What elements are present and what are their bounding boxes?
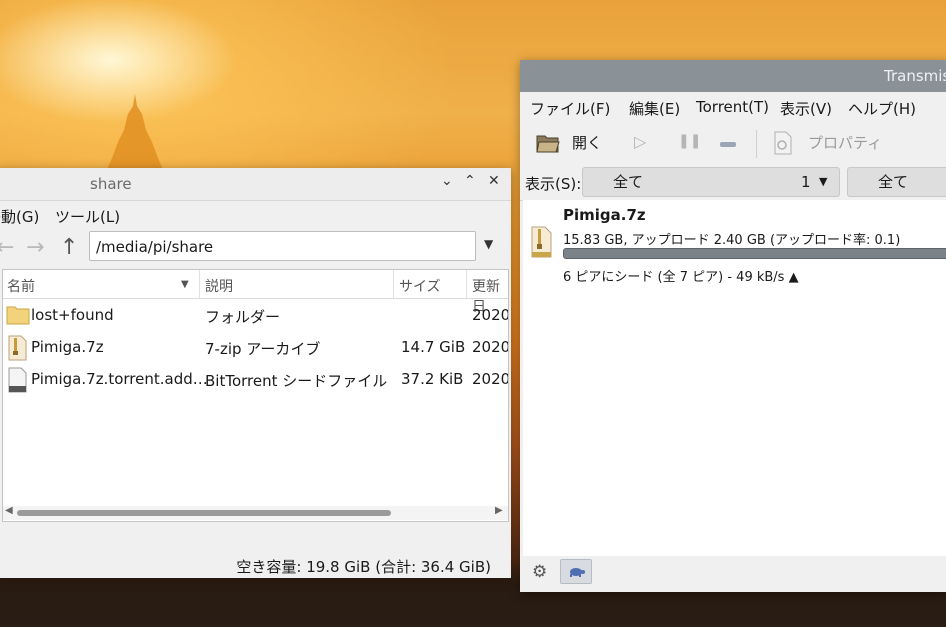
torrent-size-info: 15.83 GB, アップロード 2.40 GB (アップロード率: 0.1): [563, 233, 901, 248]
file-manager-menubar: 移動(G) ツール(L): [0, 201, 511, 229]
file-list-header: 名前 ▼ 説明 サイズ 更新日: [3, 270, 508, 315]
file-name: lost+found: [31, 306, 114, 324]
file-modified: 2020: [472, 338, 509, 356]
menu-torrent[interactable]: Torrent(T): [696, 98, 769, 116]
properties-button[interactable]: プロパティ: [770, 128, 900, 158]
window-title: Transmission: [884, 67, 946, 85]
transmission-menubar: ファイル(F) 編集(E) Torrent(T) 表示(V) ヘルプ(H): [520, 92, 946, 122]
sort-down-icon: ▼: [181, 279, 189, 290]
archive-icon: [531, 226, 552, 258]
file-manager-toolbar: ← → ↑ /media/pi/share ▼: [0, 229, 511, 267]
chevron-down-icon: ▼: [819, 175, 828, 188]
column-size[interactable]: サイズ: [399, 276, 441, 296]
filter-label: 表示(S):: [525, 175, 582, 193]
file-icon: [8, 367, 27, 393]
disk-space-status: 空き容量: 19.8 GiB (合計: 36.4 GiB): [236, 558, 491, 576]
menu-edit[interactable]: 編集(E): [629, 98, 680, 119]
minimize-icon[interactable]: ⌄: [441, 173, 453, 189]
tracker-filter-value: 全て: [878, 173, 909, 191]
file-modified: 2020: [472, 370, 509, 388]
transmission-filterbar: 表示(S): 全て 1 ▼ 全て: [520, 164, 946, 201]
forward-arrow-icon[interactable]: →: [26, 235, 44, 260]
file-name: Pimiga.7z.torrent.add…: [31, 370, 208, 388]
file-manager-window: share ⌄ ⌃ ✕ 移動(G) ツール(L) ← → ↑ /media/pi…: [0, 168, 511, 578]
torrent-name: Pimiga.7z: [563, 206, 646, 224]
properties-icon: [774, 131, 792, 155]
menu-view[interactable]: 表示(V): [780, 98, 832, 119]
window-title: share: [90, 175, 132, 193]
column-description[interactable]: 説明: [205, 276, 233, 296]
file-size: 14.7 GiB: [401, 338, 466, 356]
path-input[interactable]: /media/pi/share: [89, 231, 476, 261]
torrent-progress-bar: [563, 248, 946, 259]
back-arrow-icon[interactable]: ←: [0, 235, 14, 260]
open-label: 開く: [572, 134, 603, 152]
menu-tools[interactable]: ツール(L): [55, 206, 120, 227]
torrent-row[interactable]: Pimiga.7z 15.83 GB, アップロード 2.40 GB (アップロ…: [523, 200, 946, 290]
scroll-left-icon[interactable]: ◀: [5, 505, 13, 516]
pagoda-silhouette: [106, 94, 164, 172]
file-description: BitTorrent シードファイル: [205, 372, 388, 390]
horizontal-scrollbar[interactable]: ◀ ▶: [3, 505, 508, 520]
close-icon[interactable]: ✕: [488, 173, 500, 189]
menu-file[interactable]: ファイル(F): [530, 98, 610, 119]
transmission-window: Transmission ファイル(F) 編集(E) Torrent(T) 表示…: [520, 60, 946, 592]
up-arrow-icon[interactable]: ↑: [60, 235, 78, 260]
transmission-toolbar: 開く ▷ ❚❚ プロパティ: [520, 122, 946, 164]
turtle-speed-button[interactable]: [560, 559, 592, 584]
start-icon[interactable]: ▷: [634, 132, 646, 151]
status-filter-count: 1: [801, 173, 811, 191]
transmission-statusbar: ⚙: [520, 556, 946, 592]
menu-go[interactable]: 移動(G): [0, 206, 39, 227]
file-modified: 2020: [472, 306, 509, 324]
turtle-icon: [570, 568, 585, 577]
file-manager-titlebar[interactable]: share ⌄ ⌃ ✕: [0, 168, 511, 201]
file-name: Pimiga.7z: [31, 338, 104, 356]
torrent-list: Pimiga.7z 15.83 GB, アップロード 2.40 GB (アップロ…: [523, 200, 946, 556]
file-description: フォルダー: [205, 308, 281, 326]
gear-icon[interactable]: ⚙: [532, 562, 547, 582]
file-list: 名前 ▼ 説明 サイズ 更新日 lost+found フォルダー 2020 Pi…: [2, 269, 509, 522]
file-manager-statusbar: 空き容量: 19.8 GiB (合計: 36.4 GiB): [0, 552, 511, 578]
tracker-filter-dropdown[interactable]: 全て: [847, 167, 946, 197]
column-name[interactable]: 名前: [7, 276, 35, 296]
file-row[interactable]: Pimiga.7z.torrent.add… BitTorrent シードファイ…: [3, 363, 508, 395]
properties-label: プロパティ: [808, 134, 883, 152]
toolbar-separator: [756, 130, 757, 158]
file-description: 7-zip アーカイブ: [205, 340, 321, 358]
path-dropdown-icon[interactable]: ▼: [484, 237, 493, 251]
file-row[interactable]: Pimiga.7z 7-zip アーカイブ 14.7 GiB 2020: [3, 331, 508, 363]
file-row[interactable]: lost+found フォルダー 2020: [3, 299, 508, 331]
menu-help[interactable]: ヘルプ(H): [848, 98, 916, 119]
torrent-status: 6 ピアにシード (全 7 ピア) - 49 kB/s ▲: [563, 270, 799, 285]
folder-icon: [6, 306, 30, 325]
open-button[interactable]: 開く: [534, 128, 624, 158]
file-size: 37.2 KiB: [401, 370, 464, 388]
scroll-right-icon[interactable]: ▶: [495, 505, 503, 516]
remove-icon[interactable]: [720, 142, 736, 147]
status-filter-dropdown[interactable]: 全て 1 ▼: [582, 167, 840, 197]
scrollbar-thumb[interactable]: [17, 510, 391, 516]
maximize-icon[interactable]: ⌃: [464, 173, 476, 189]
transmission-titlebar[interactable]: Transmission: [520, 60, 946, 92]
archive-icon: [8, 335, 27, 361]
status-filter-value: 全て: [613, 173, 644, 191]
pause-icon[interactable]: ❚❚: [678, 133, 701, 149]
folder-open-icon: [536, 135, 560, 153]
